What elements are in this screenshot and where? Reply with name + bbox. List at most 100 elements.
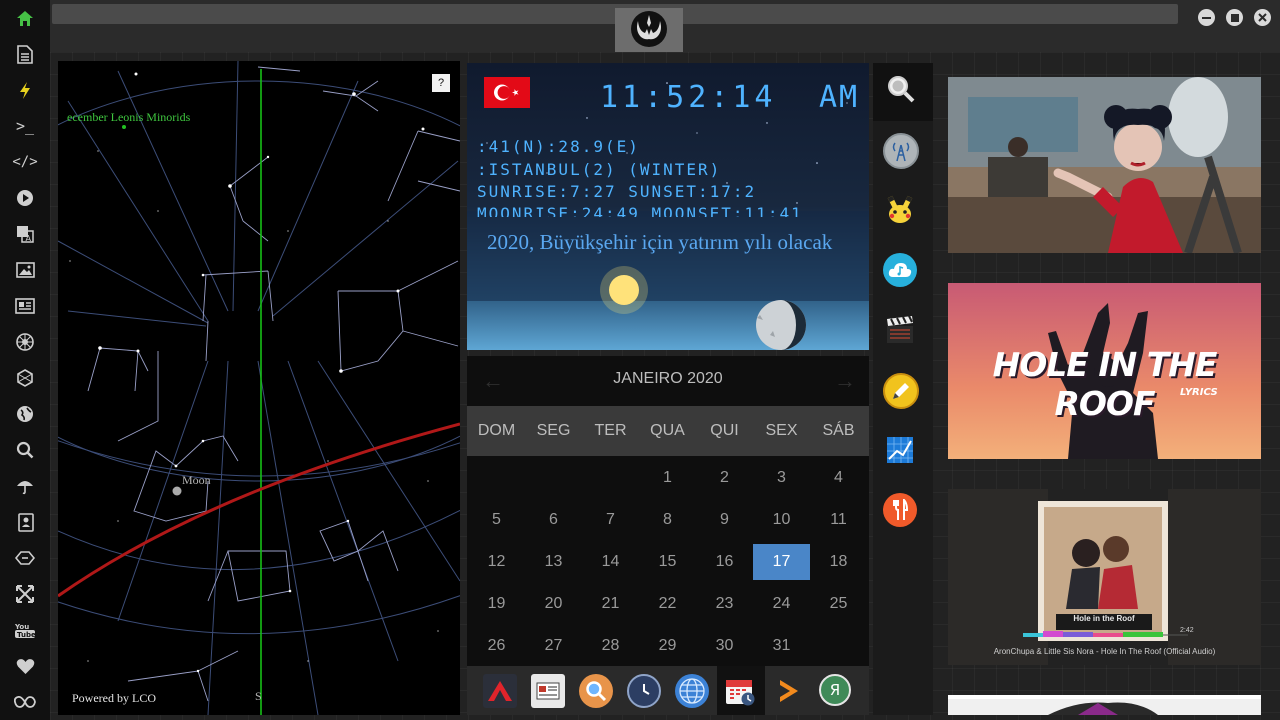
turkey-flag-icon [484,77,530,108]
contacts-icon[interactable] [13,510,37,534]
powered-by-label: Powered by LCO [72,691,156,705]
youtube-icon[interactable]: You Tube [13,618,37,642]
calendar-day[interactable]: 24 [753,586,810,622]
music-cloud-icon[interactable] [883,253,917,287]
calendar-day[interactable]: 11 [810,502,867,538]
expand-icon[interactable] [13,582,37,606]
globe-icon[interactable] [675,674,709,708]
rebel-alliance-icon [631,11,667,47]
calendar-day[interactable]: 14 [582,544,639,580]
newspaper-icon[interactable] [531,674,565,708]
play-icon[interactable] [13,186,37,210]
tag-icon[interactable] [13,546,37,570]
hexagon-icon[interactable] [13,366,37,390]
sidebar: >_ </> A You Tube [0,0,50,720]
calendar-day[interactable]: 9 [696,502,753,538]
radio-tower-icon[interactable] [883,133,919,169]
rebel-alliance-icon[interactable] [13,330,37,354]
video-thumbnail[interactable] [948,77,1261,253]
search-icon[interactable] [13,438,37,462]
news-headline[interactable]: 2020, Büyükşehir için yatırım yılı olaca… [487,231,837,254]
video-subtitle-overlay: LYRICS [1180,387,1218,398]
next-month-button[interactable]: → [834,368,856,394]
moon-times-display: MOONRISE:24:49 MOONSET:11:41 [477,204,803,217]
calendar-day[interactable]: 7 [582,502,639,538]
a-letter-icon[interactable] [483,674,517,708]
image-icon[interactable] [13,258,37,282]
close-button[interactable] [1254,9,1271,26]
video-thumbnail[interactable]: Hole in the Roof 2:42 AronChupa & Little… [948,489,1261,665]
search-icon[interactable] [579,674,613,708]
calendar-day[interactable]: 12 [468,544,525,580]
weekday-label: TER [594,422,627,439]
clock-icon[interactable] [627,674,661,708]
poster-title: Hole in the Roof [1073,614,1135,623]
lightning-icon[interactable] [13,78,37,102]
calendar-day[interactable]: 30 [696,628,753,664]
calendar-day[interactable]: 15 [639,544,696,580]
cutlery-icon[interactable] [883,493,917,527]
arrow-right-icon[interactable] [771,674,805,708]
calendar-day[interactable]: 25 [810,586,867,622]
calendar-day[interactable]: 29 [639,628,696,664]
calendar-day[interactable]: 4 [810,460,867,496]
infinity-icon[interactable] [13,690,37,714]
chart-icon[interactable] [883,433,917,467]
sky-chart [58,61,460,715]
calendar-day[interactable]: 5 [468,502,525,538]
calendar-day[interactable]: 18 [810,544,867,580]
calendar-day[interactable]: 31 [753,628,810,664]
video-thumbnail[interactable] [948,695,1261,715]
document-icon[interactable] [13,42,37,66]
calendar-day[interactable]: 20 [525,586,582,622]
calendar-day[interactable]: 22 [639,586,696,622]
sky-map[interactable]: ecember Leonis Minorids Moon ? Powered b… [58,61,460,715]
calendar-day[interactable]: 8 [639,502,696,538]
calendar-day[interactable]: 6 [525,502,582,538]
city-display: :ISTANBUL(2) (WINTER) [477,160,722,179]
calendar-day[interactable]: 16 [696,544,753,580]
time-display: 11:52:14 [600,80,777,115]
maximize-button[interactable] [1226,9,1243,26]
calendar-day[interactable]: 19 [468,586,525,622]
help-button[interactable]: ? [432,74,450,92]
svg-text:You: You [14,623,29,631]
calendar-day[interactable]: 2 [696,460,753,496]
video-thumbnail[interactable]: HOLE IN THE ROOF LYRICS [948,283,1261,459]
pikachu-icon[interactable] [883,193,917,227]
newspaper-icon[interactable] [13,294,37,318]
translate-icon[interactable]: A [13,222,37,246]
moon-label: Moon [182,473,211,487]
umbrella-icon[interactable] [13,474,37,498]
code-icon[interactable]: </> [12,150,37,174]
calendar-day[interactable]: 26 [468,628,525,664]
calendar-grid: 1 2 3 4 5 6 7 8 9 10 11 12 13 14 15 16 17 18 19 20 21 22 23 24 2… [467,460,869,660]
globe-icon[interactable] [13,402,37,426]
search-icon[interactable] [886,74,916,104]
month-label: JANEIRO 2020 [613,370,723,387]
calendar-day[interactable]: 10 [753,502,810,538]
calendar-day[interactable]: 21 [582,586,639,622]
weekday-label: SEG [536,422,571,439]
clapperboard-icon[interactable] [883,313,917,347]
calendar-day-today[interactable]: 17 [753,544,810,580]
weekday-label: QUI [710,422,739,439]
pencil-icon[interactable] [883,373,919,409]
calendar-day[interactable]: 28 [582,628,639,664]
home-icon[interactable] [13,6,37,30]
apps-column [873,63,933,715]
calendar-day[interactable]: 23 [696,586,753,622]
calendar-day [468,460,525,496]
calendar-day[interactable]: 1 [639,460,696,496]
ya-letter-icon[interactable]: Я [819,674,851,706]
calendar-day[interactable]: 3 [753,460,810,496]
terminal-icon[interactable]: >_ [13,114,37,138]
calendar-icon[interactable] [723,674,757,708]
minimize-button[interactable] [1198,9,1215,26]
weekday-label: DOM [477,422,516,439]
calendar-day[interactable]: 13 [525,544,582,580]
rebel-tab[interactable] [615,8,683,52]
calendar-widget: ← JANEIRO 2020 → DOM SEG TER QUA QUI SEX… [467,356,869,715]
calendar-day[interactable]: 27 [525,628,582,664]
heart-icon[interactable] [13,654,37,678]
